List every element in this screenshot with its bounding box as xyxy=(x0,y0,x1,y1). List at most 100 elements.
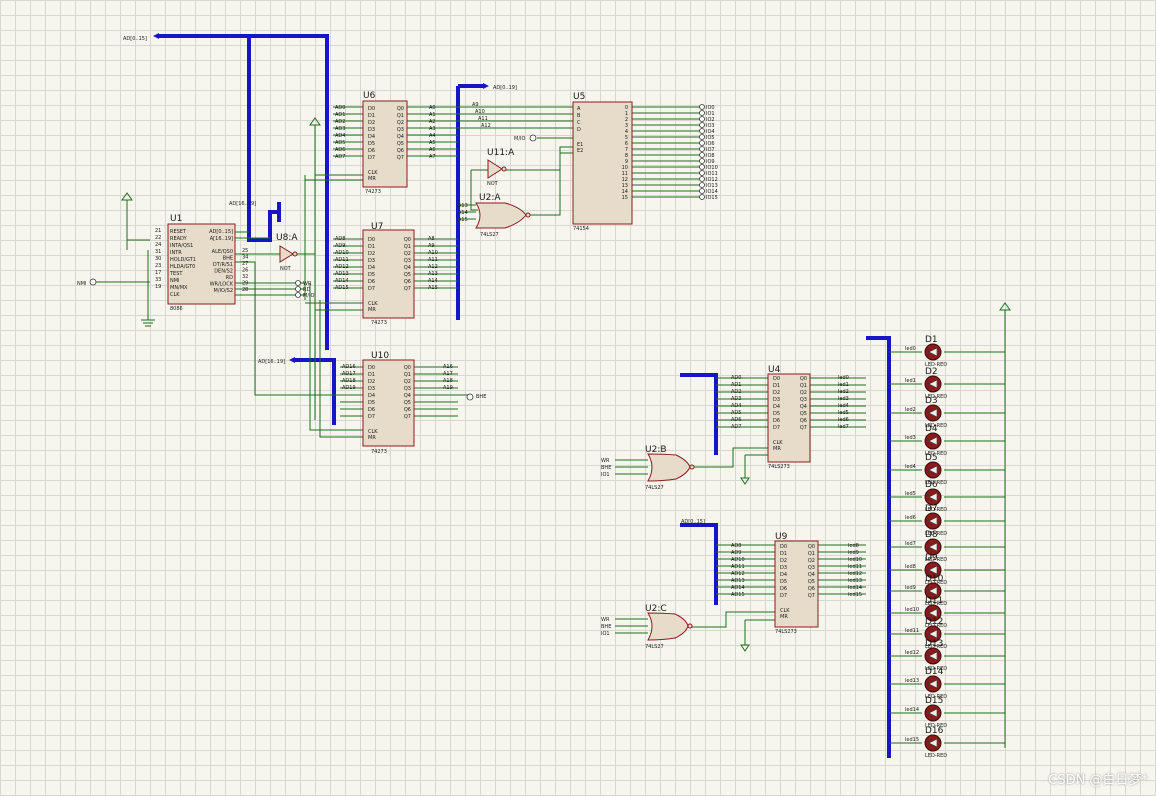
mio-terminal[interactable] xyxy=(529,134,537,142)
led-net: led3 xyxy=(905,435,916,441)
net-ad-bus2: AD[0..19] xyxy=(493,85,517,91)
io-terminal[interactable] xyxy=(699,194,705,200)
u6-pins-in-net: AD5 xyxy=(335,140,345,146)
led-12[interactable]: D12LED-REDled11 xyxy=(889,617,1005,650)
led-net: led5 xyxy=(905,491,916,497)
led-5[interactable]: D5LED-REDled4 xyxy=(889,453,1005,486)
u4-pins-q-pin: Q6 xyxy=(800,418,807,424)
u1-pin-label: RESET xyxy=(170,229,187,235)
u1-pin-label: M/IO/S2 xyxy=(214,288,233,294)
led-15[interactable]: D15LED-REDled14 xyxy=(889,696,1005,729)
u7-pins-out-net: A12 xyxy=(428,264,438,270)
u7-pins-q-pin: Q1 xyxy=(404,244,411,250)
bhe-terminal[interactable] xyxy=(466,393,474,401)
u5-in-pin: C xyxy=(577,120,581,126)
u1-pin-number: 17 xyxy=(155,270,161,276)
io-terminal[interactable] xyxy=(699,122,705,128)
led-ref: D1 xyxy=(925,335,938,345)
u10-pins-q-pin: Q1 xyxy=(404,372,411,378)
led-10[interactable]: D10LED-REDled9 xyxy=(889,574,1005,607)
u6-pins-in-net: AD1 xyxy=(335,112,345,118)
u4-pins-in-net: AD5 xyxy=(731,410,741,416)
led-net: led1 xyxy=(905,378,916,384)
u2b-part: 74LS27 xyxy=(645,485,664,491)
u5-out-pin: 15 xyxy=(622,195,628,201)
io-terminal[interactable] xyxy=(699,176,705,182)
u9-pins-d-pin: D7 xyxy=(780,593,787,599)
u2c-nor-gate[interactable]: U2:C 74LS27 WR BHE IO1 xyxy=(601,604,693,650)
io-terminal[interactable] xyxy=(699,110,705,116)
u8-not-gate[interactable]: U8:A NOT xyxy=(276,233,298,272)
led-3[interactable]: D3LED-REDled2 xyxy=(889,396,1005,429)
u4-pins-out-net: led2 xyxy=(838,389,849,395)
bus-arrows xyxy=(153,33,489,363)
u6-pins-out-net: A6 xyxy=(429,147,436,153)
u7-pins-out-net: A9 xyxy=(428,243,435,249)
u9-pins-d-pin: D3 xyxy=(780,565,787,571)
led-ref: D13 xyxy=(925,639,943,649)
u7-pins-q-pin: Q5 xyxy=(404,272,411,278)
u2b-nor-gate[interactable]: U2:B 74LS27 WR BHE IO1 xyxy=(601,445,695,491)
u11-part: NOT xyxy=(487,181,499,187)
u4-pins-q-pin: Q2 xyxy=(800,390,807,396)
u4-pins-d-pin: D2 xyxy=(773,390,780,396)
u8-part: NOT xyxy=(280,266,292,272)
u4-pins-in-net: AD0 xyxy=(731,375,741,381)
u4-chip[interactable]: U4 74LS273 D0 Q0 AD0 led0 D1 Q1 AD1 led1 D2 Q2 AD2… xyxy=(731,365,849,470)
u6-pins-out-net: A3 xyxy=(429,126,436,132)
io-terminal[interactable] xyxy=(699,116,705,122)
mio-out-terminal[interactable] xyxy=(295,292,301,298)
u4-pins-in-net: AD3 xyxy=(731,396,741,402)
io-terminal[interactable] xyxy=(699,164,705,170)
led-net: led13 xyxy=(905,678,919,684)
u10-pins-in-net: AD19 xyxy=(342,385,356,391)
led-1[interactable]: D1LED-REDled0 xyxy=(889,335,1005,368)
led-2[interactable]: D2LED-REDled1 xyxy=(889,367,1005,400)
u4-pins-d-pin: D1 xyxy=(773,383,780,389)
nmi-terminal[interactable] xyxy=(89,278,97,286)
io-terminal[interactable] xyxy=(699,188,705,194)
u1-pin-label: A[16..19] xyxy=(210,236,233,242)
u1-pin-label: HOLD/GT1 xyxy=(170,257,196,263)
led-16[interactable]: D16 LED-RED led15 xyxy=(889,726,1005,759)
led-ref: D12 xyxy=(925,617,943,627)
u7-pins-q-pin: Q4 xyxy=(404,265,411,271)
u10-pins-q-pin: Q0 xyxy=(404,365,411,371)
u1-pin-number: 26 xyxy=(242,268,248,274)
io-terminal[interactable] xyxy=(699,158,705,164)
watermark: CSDN @白日梦* xyxy=(1048,773,1148,788)
io-terminal[interactable] xyxy=(699,128,705,134)
u1-pin-number: 25 xyxy=(242,248,248,254)
led-ref: D4 xyxy=(925,424,938,434)
led-ref: D15 xyxy=(925,696,943,706)
u10-pins-out-net: A16 xyxy=(443,364,453,370)
io-terminal[interactable] xyxy=(699,134,705,140)
io-terminal[interactable] xyxy=(699,104,705,110)
u6-pins-in-net: AD3 xyxy=(335,126,345,132)
u6-pins-q-pin: Q5 xyxy=(397,141,404,147)
wr-terminal[interactable] xyxy=(295,280,301,286)
u4-pins-out-net: led6 xyxy=(838,417,849,423)
io-terminal[interactable] xyxy=(699,182,705,188)
io-terminal[interactable] xyxy=(699,140,705,146)
u2a-nor-gate[interactable]: U2:A 74LS27 A13 A14 A15 xyxy=(458,193,531,238)
rd-terminal[interactable] xyxy=(295,286,301,292)
io-terminal-label: IO15 xyxy=(706,195,718,201)
u11-not-gate[interactable]: U11:A NOT xyxy=(487,148,515,187)
u11-ref: U11:A xyxy=(487,148,515,158)
u2b-in-1: BHE xyxy=(601,465,611,471)
u9-pins-d-pin: D4 xyxy=(780,572,787,578)
io-terminal[interactable] xyxy=(699,170,705,176)
u1-pin-label: RD xyxy=(226,275,233,281)
u1-chip[interactable]: U1 8086 RESET 21 READY 22 INTA/QS1 24 INTR 31 HO… xyxy=(155,214,248,312)
u4-part: 74LS273 xyxy=(768,464,790,470)
u7-pins-in-net: AD9 xyxy=(335,243,345,249)
u4-pins-d-pin: D7 xyxy=(773,425,780,431)
u1-pin-label: ALE/QS0 xyxy=(212,249,233,255)
u5-in-pin: B xyxy=(577,113,581,119)
u9-pins-in-net: AD14 xyxy=(731,585,745,591)
u4-pins-d-pin: D5 xyxy=(773,411,780,417)
io-terminal[interactable] xyxy=(699,146,705,152)
io-terminal[interactable] xyxy=(699,152,705,158)
u7-pins-d-pin: D5 xyxy=(368,272,375,278)
